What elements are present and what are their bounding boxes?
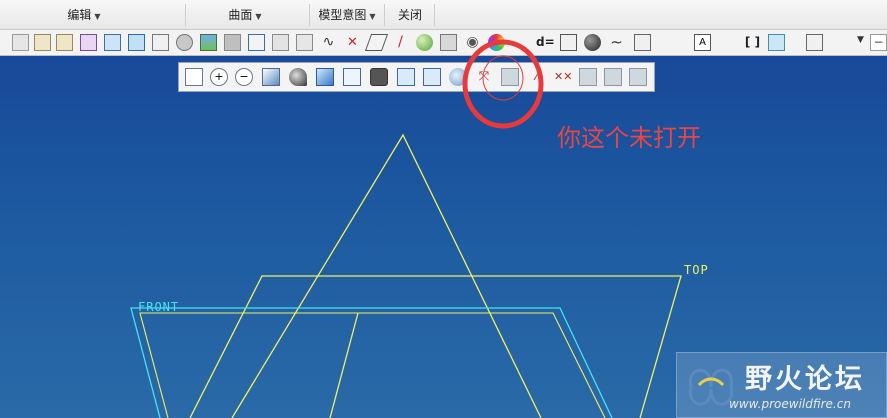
menu-model-intent-label: 模型意图 [318, 8, 367, 22]
menu-model-intent[interactable]: 模型意图 ▼ [312, 0, 382, 30]
spin-center-icon[interactable] [397, 68, 415, 86]
cube-flip-icon[interactable] [128, 34, 145, 51]
menu-divider [384, 4, 385, 26]
refit-icon[interactable] [185, 68, 203, 86]
zoom-in-icon[interactable]: + [210, 68, 228, 86]
watermark-title: 野火论坛 [745, 364, 865, 395]
main-toolbar: ∿ ✕ / ◉ d= ∼ A [ ] ▼ − [0, 30, 887, 56]
menu-divider [309, 4, 310, 26]
image-icon[interactable] [200, 34, 217, 51]
sketch-icon[interactable] [272, 34, 289, 51]
transform-icon[interactable] [806, 34, 823, 51]
axis-icon[interactable]: / [392, 34, 409, 51]
repaint-icon[interactable] [262, 68, 280, 86]
menu-edit-label: 编辑 [67, 8, 92, 22]
box-icon[interactable] [634, 34, 651, 51]
highlight-circle [462, 39, 544, 129]
repaint-icon[interactable] [296, 34, 313, 51]
shade-icon[interactable] [224, 34, 241, 51]
analysis-icon[interactable] [176, 34, 193, 51]
top-plane-label: TOP [684, 263, 709, 277]
menu-surface-label: 曲面 [228, 8, 253, 22]
csys-tag-icon[interactable] [604, 68, 622, 86]
wave-icon[interactable]: ∼ [608, 34, 625, 51]
more-icon[interactable]: ▼ [852, 34, 869, 51]
point-display-icon[interactable]: ✕✕ [554, 68, 572, 86]
zoom-out-icon[interactable]: − [235, 68, 253, 86]
sphere-dark-icon[interactable] [584, 34, 601, 51]
bookmark-icon[interactable] [768, 34, 785, 51]
red-annotation-text: 你这个未打开 [557, 124, 701, 152]
frame-icon[interactable] [80, 34, 97, 51]
paste-special-icon[interactable] [56, 34, 73, 51]
datum-plane-top-edge [329, 312, 359, 418]
perspective-icon[interactable] [370, 68, 388, 86]
saved-views-icon[interactable] [316, 68, 334, 86]
bracket-icon[interactable]: [ ] [744, 34, 761, 51]
sketch-display-icon[interactable] [629, 68, 647, 86]
copy-icon[interactable] [12, 34, 29, 51]
menu-divider [185, 4, 186, 26]
chevron-down-icon: ▼ [369, 12, 376, 21]
book-icon[interactable] [104, 34, 121, 51]
display-style-icon[interactable] [289, 68, 307, 86]
menu-surface[interactable]: 曲面 ▼ [210, 0, 280, 30]
datum-plane-front-inner [139, 312, 606, 418]
datum-point-icon[interactable]: ✕ [344, 34, 361, 51]
plane-icon[interactable] [364, 34, 389, 51]
datum-plane-top [189, 275, 682, 418]
sphere-icon[interactable] [416, 34, 433, 51]
surface-icon[interactable] [248, 34, 265, 51]
menu-divider [434, 4, 435, 26]
curve-icon[interactable]: ∿ [320, 34, 337, 51]
menu-close[interactable]: 关闭 [388, 0, 432, 30]
menu-close-label: 关闭 [397, 8, 422, 22]
front-plane-label: FRONT [138, 300, 180, 314]
chevron-down-icon: ▼ [94, 12, 101, 21]
csys-display-icon[interactable] [579, 68, 597, 86]
tolerance-icon[interactable] [560, 34, 577, 51]
menu-edit[interactable]: 编辑 ▼ [44, 0, 124, 30]
view-manager-icon[interactable] [343, 68, 361, 86]
collapse-toolbar-icon[interactable]: − [870, 34, 887, 51]
datum-plane-front [130, 307, 613, 418]
watermark-url: www.proewildfire.cn [729, 397, 851, 411]
view-toolbar: + − ⤧ ⁄ ✕✕ [178, 62, 655, 92]
layer-tree-icon[interactable] [152, 34, 169, 51]
lock-icon[interactable] [440, 34, 457, 51]
chevron-down-icon: ▼ [255, 12, 262, 21]
menu-bar: 编辑 ▼ 曲面 ▼ 模型意图 ▼ 关闭 [0, 0, 887, 30]
watermark-logo: 野火论坛 www.proewildfire.cn [676, 352, 887, 418]
paste-icon[interactable] [34, 34, 51, 51]
annotation-icon[interactable]: A [694, 34, 711, 51]
annotation-display-icon[interactable] [423, 68, 441, 86]
